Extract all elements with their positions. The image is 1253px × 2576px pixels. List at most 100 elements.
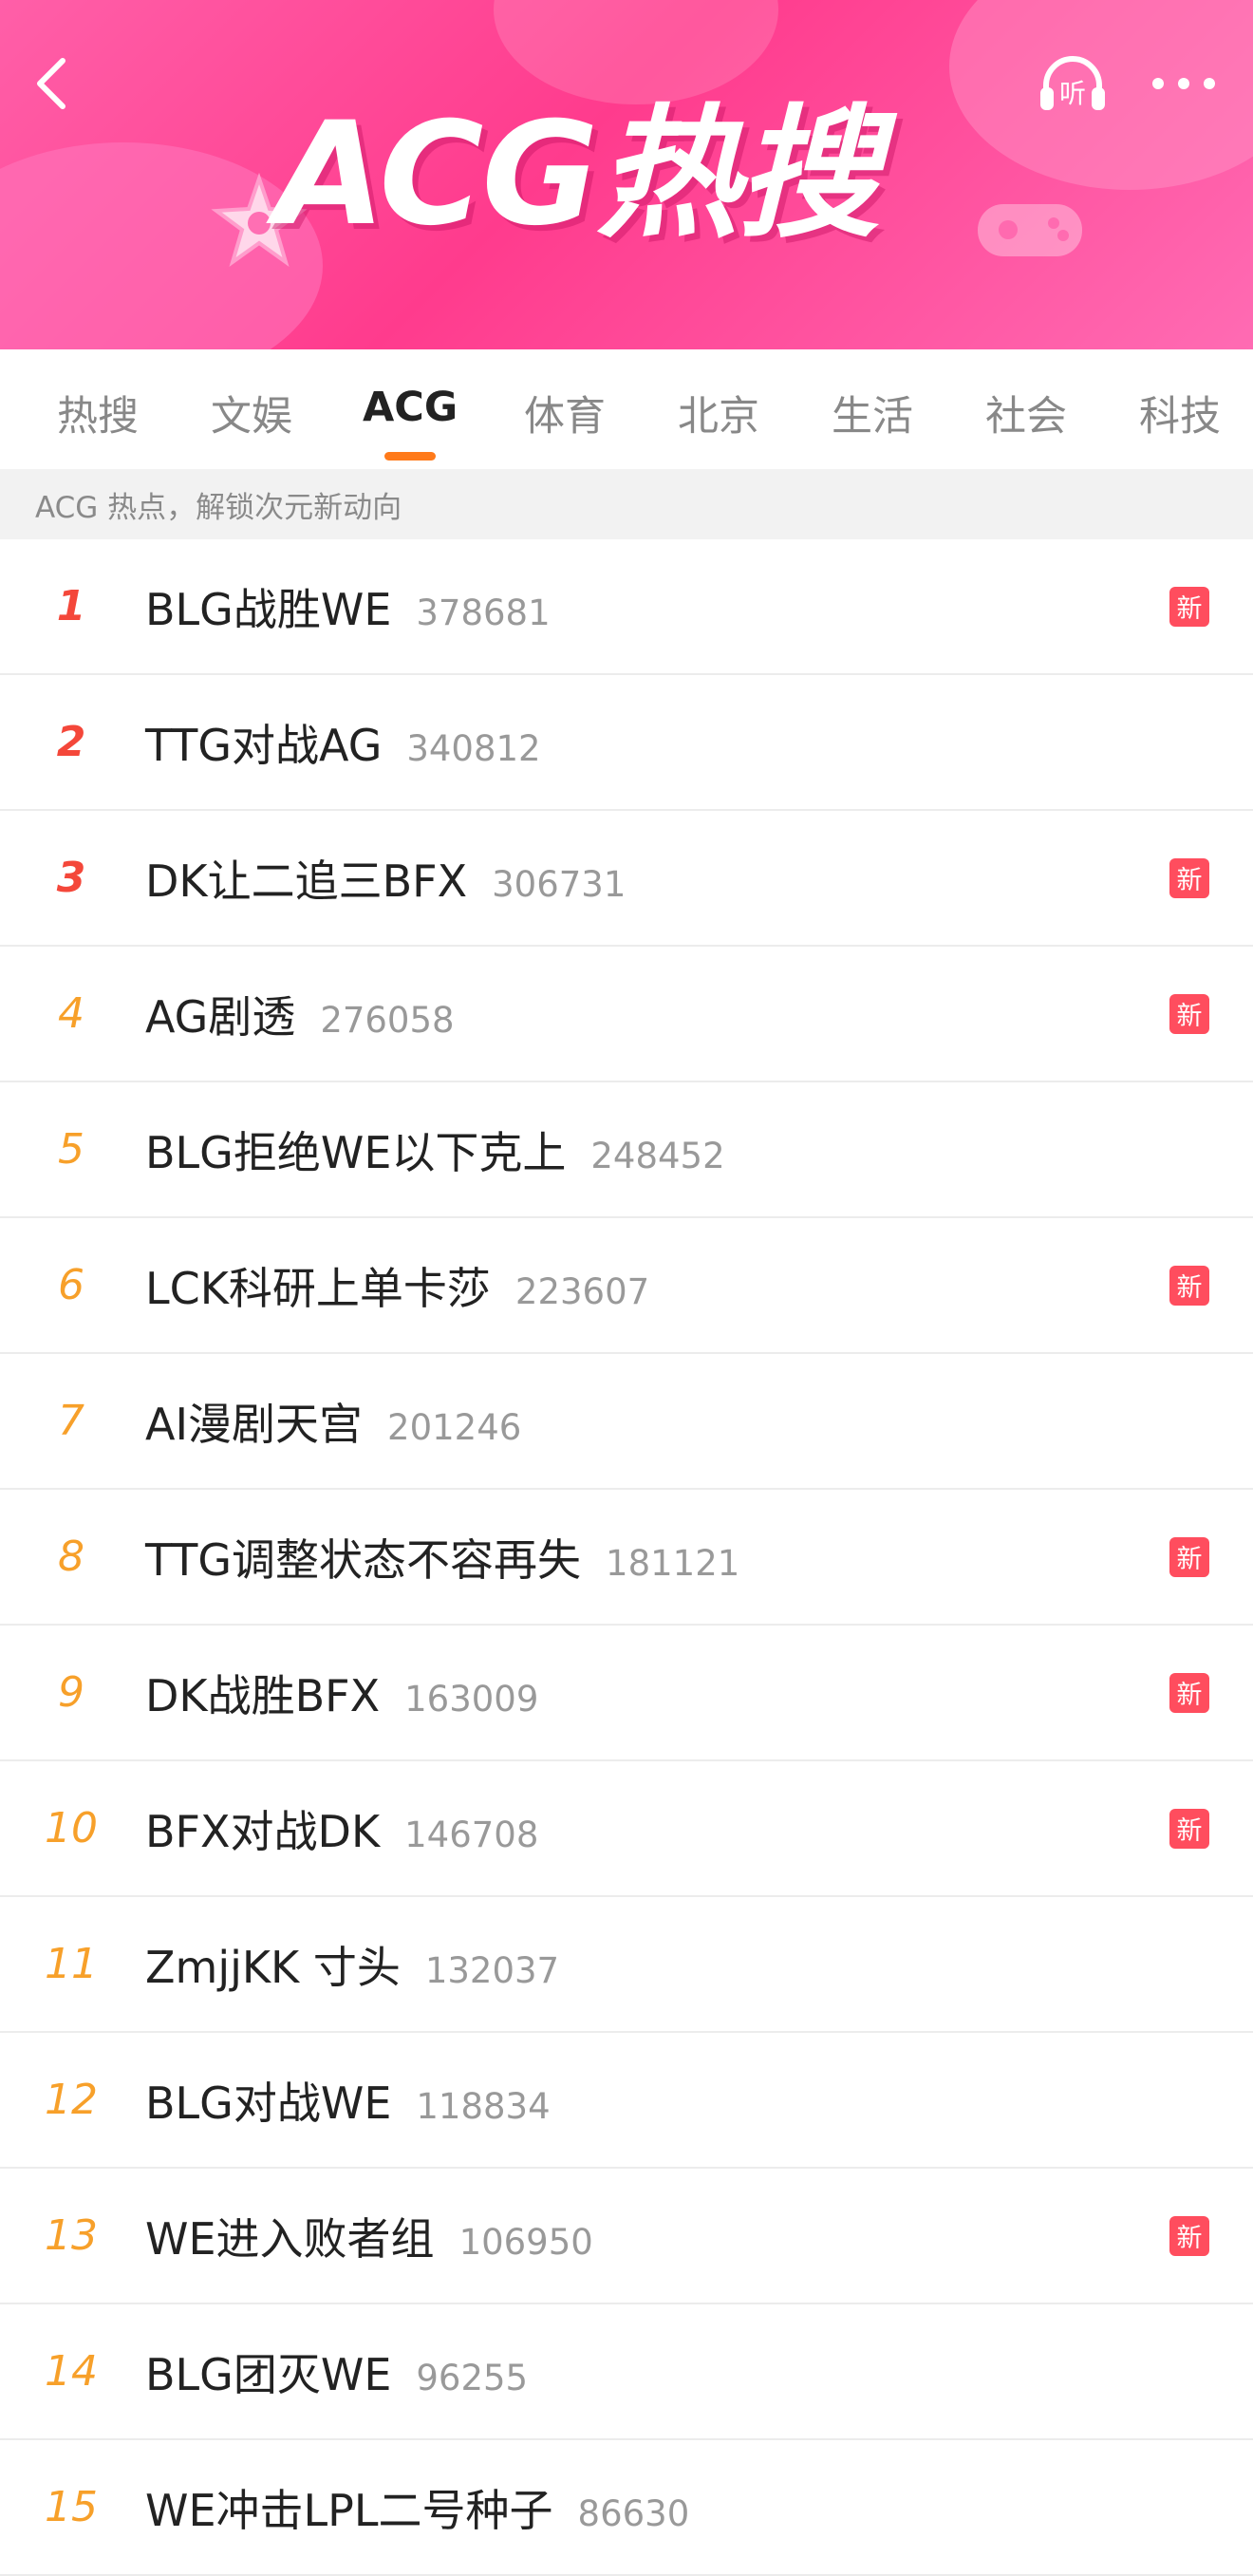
item-title[interactable]: BFX对战DK [145,1806,380,1857]
item-title[interactable]: BLG对战WE [145,2078,391,2129]
hot-search-list: 1 BLG战胜WE 378681 新 2 TTG对战AG 340812 3 DK让二追三BFX 3… [0,539,1253,2576]
item-count: 276058 [320,999,455,1041]
new-badge: 新 [1169,1808,1209,1849]
item-title-group: TTG对战AG 340812 [145,711,541,774]
list-item[interactable]: 9 DK战胜BFX 163009 新 [0,1626,1253,1761]
item-count: 201246 [387,1406,522,1448]
list-item[interactable]: 5 BLG拒绝WE以下克上 248452 [0,1082,1253,1218]
item-title-group: TTG调整状态不容再失 181121 [145,1526,739,1589]
tab-tech[interactable]: 科技 [1139,384,1221,442]
rank-number: 13 [45,2211,98,2260]
rank-number: 6 [58,1261,84,1309]
item-count: 223607 [514,1270,650,1312]
item-count: 132037 [424,1949,560,1991]
item-title-group: DK战胜BFX 163009 [145,1662,538,1724]
item-title[interactable]: AI漫剧天宫 [145,1399,363,1450]
item-title[interactable]: TTG调整状态不容再失 [145,1534,581,1586]
list-item[interactable]: 8 TTG调整状态不容再失 181121 新 [0,1490,1253,1626]
new-badge: 新 [1169,857,1209,898]
item-count: 96255 [416,2357,529,2398]
rank-number: 12 [45,2076,98,2124]
item-count: 181121 [606,1542,740,1584]
item-title[interactable]: BLG团灭WE [145,2349,391,2400]
back-icon[interactable] [28,55,76,112]
tab-society[interactable]: 社会 [985,384,1067,442]
list-item[interactable]: 11 ZmjjKK 寸头 132037 [0,1897,1253,2033]
list-item[interactable]: 13 WE进入败者组 106950 新 [0,2169,1253,2304]
list-item[interactable]: 3 DK让二追三BFX 306731 新 [0,811,1253,947]
rank-number: 7 [58,1397,84,1445]
rank-number: 15 [45,2483,98,2531]
item-title-group: ZmjjKK 寸头 132037 [145,1933,559,1996]
tab-hot[interactable]: 热搜 [57,384,139,442]
item-count: 248452 [590,1135,725,1176]
rank-number: 10 [45,1804,98,1852]
active-tab-indicator [384,452,436,461]
new-badge: 新 [1169,1536,1209,1577]
item-count: 306731 [492,863,626,905]
rank-number: 8 [58,1532,84,1581]
item-count: 163009 [404,1678,539,1720]
list-item[interactable]: 12 BLG对战WE 118834 [0,2033,1253,2169]
item-title[interactable]: BLG战胜WE [145,584,391,635]
item-title-group: WE冲击LPL二号种子 86630 [145,2476,689,2539]
list-item[interactable]: 2 TTG对战AG 340812 [0,675,1253,811]
tab-life[interactable]: 生活 [832,384,913,442]
listen-button[interactable]: 听 [1035,49,1111,116]
item-title-group: BLG团灭WE 96255 [145,2341,528,2403]
more-icon[interactable] [1150,76,1217,91]
item-title[interactable]: WE进入败者组 [145,2213,435,2265]
item-title-group: AG剧透 276058 [145,983,455,1045]
item-count: 146708 [404,1814,539,1855]
rank-number: 11 [45,1940,98,1988]
headphones-icon: 听 [1040,56,1105,110]
new-badge: 新 [1169,586,1209,627]
list-item[interactable]: 14 BLG团灭WE 96255 [0,2304,1253,2440]
list-item[interactable]: 1 BLG战胜WE 378681 新 [0,539,1253,675]
list-item[interactable]: 7 AI漫剧天宫 201246 [0,1354,1253,1490]
item-count: 118834 [416,2085,551,2127]
item-title-group: BLG战胜WE 378681 [145,575,551,638]
rank-number: 14 [45,2347,98,2396]
item-title[interactable]: DK战胜BFX [145,1670,380,1721]
tab-acg[interactable]: ACG [363,384,458,431]
rank-number: 5 [58,1125,84,1174]
tab-sports[interactable]: 体育 [524,384,606,442]
tab-entertainment[interactable]: 文娱 [211,384,292,442]
item-title[interactable]: LCK科研上单卡莎 [145,1263,491,1314]
item-title[interactable]: TTG对战AG [145,720,382,771]
item-title[interactable]: AG剧透 [145,991,295,1043]
item-title-group: LCK科研上单卡莎 223607 [145,1254,649,1317]
item-title[interactable]: WE冲击LPL二号种子 [145,2485,553,2536]
item-title[interactable]: DK让二追三BFX [145,856,467,907]
list-item[interactable]: 15 WE冲击LPL二号种子 86630 [0,2440,1253,2576]
item-title-group: BLG对战WE 118834 [145,2069,551,2132]
new-badge: 新 [1169,993,1209,1034]
section-subtitle: ACG 热点，解锁次元新动向 [0,469,1253,539]
item-title[interactable]: BLG拒绝WE以下克上 [145,1127,566,1178]
list-item[interactable]: 6 LCK科研上单卡莎 223607 新 [0,1218,1253,1354]
rank-number: 3 [56,854,86,902]
item-title-group: WE进入败者组 106950 [145,2205,593,2267]
item-count: 378681 [416,592,551,633]
listen-label: 听 [1059,78,1086,109]
gamepad-icon [978,204,1082,256]
item-title[interactable]: ZmjjKK 寸头 [145,1942,401,1993]
rank-number: 1 [56,582,86,630]
rank-number: 9 [58,1668,84,1717]
item-count: 86630 [577,2492,690,2534]
new-badge: 新 [1169,1265,1209,1306]
new-badge: 新 [1169,1672,1209,1713]
item-title-group: BFX对战DK 146708 [145,1797,538,1860]
header-banner: ACG热搜 听 [0,0,1253,349]
item-count: 106950 [458,2221,593,2263]
list-item[interactable]: 4 AG剧透 276058 新 [0,947,1253,1082]
rank-number: 4 [58,989,84,1038]
item-count: 340812 [406,727,541,769]
list-item[interactable]: 10 BFX对战DK 146708 新 [0,1761,1253,1897]
banner-title: ACG热搜 [275,92,880,257]
item-title-group: DK让二追三BFX 306731 [145,847,626,910]
item-title-group: BLG拒绝WE以下克上 248452 [145,1119,725,1181]
tab-beijing[interactable]: 北京 [678,384,759,442]
rank-number: 2 [56,718,86,766]
